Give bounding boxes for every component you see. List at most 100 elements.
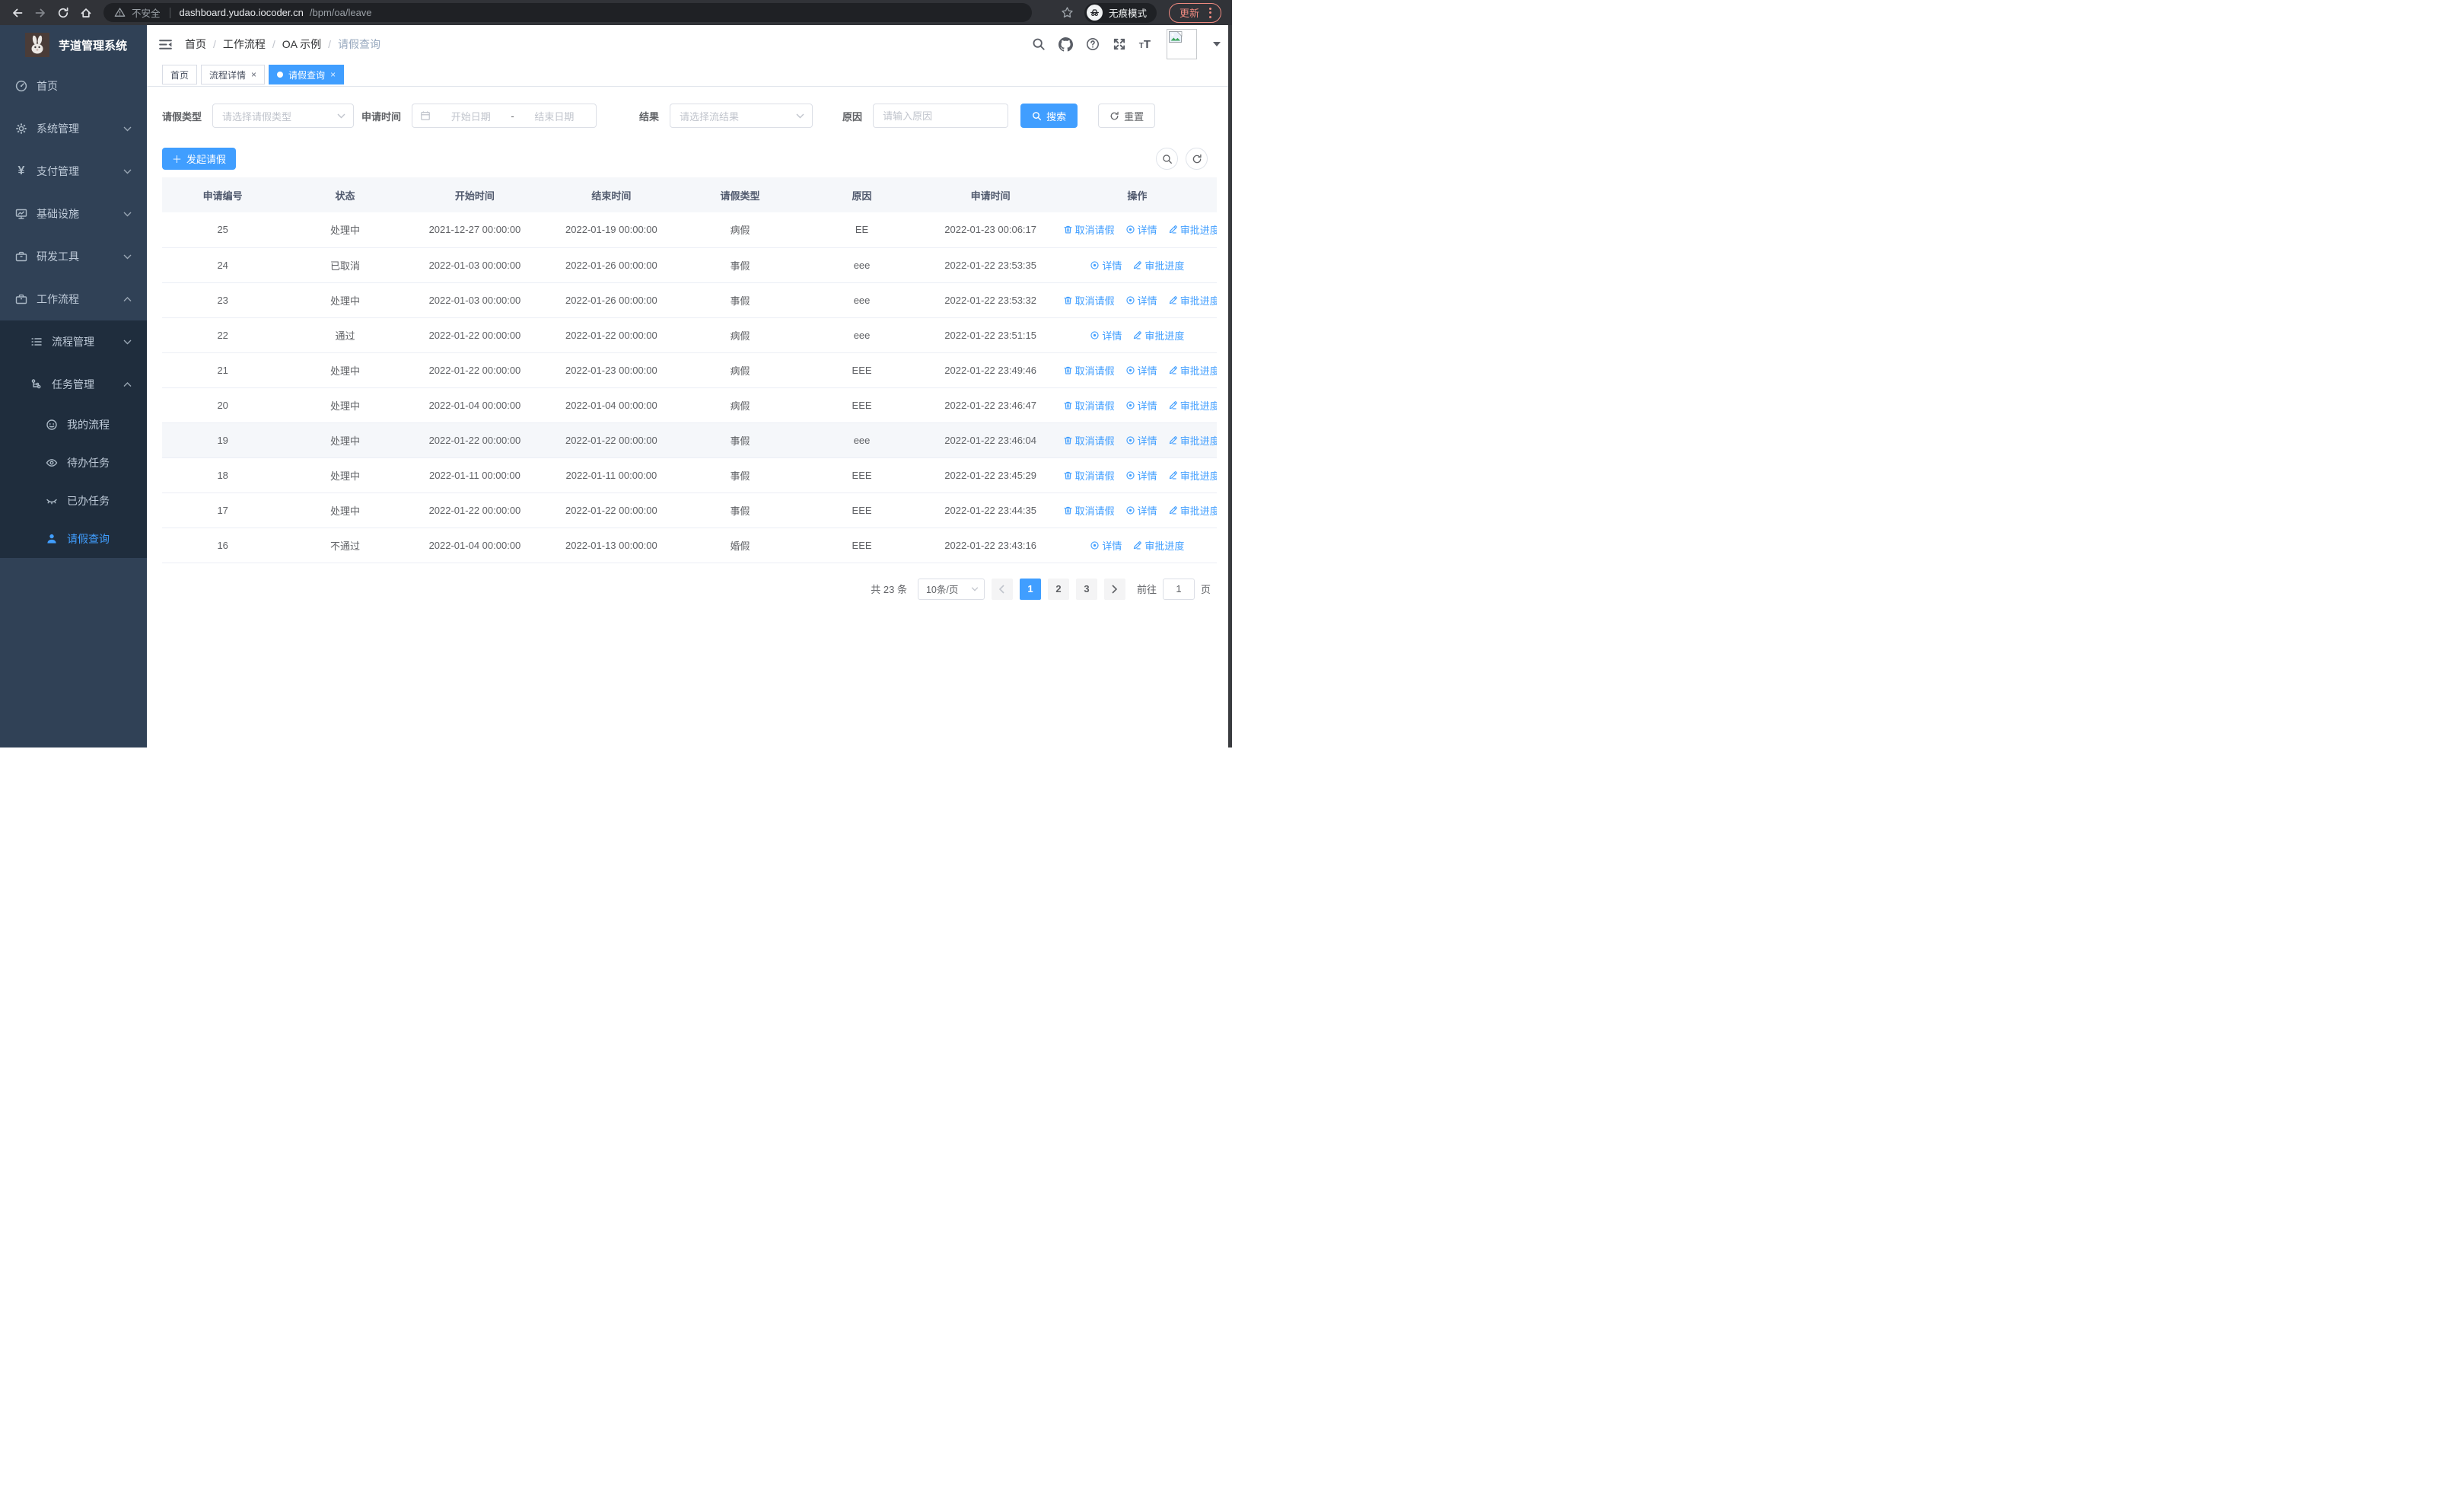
- eye-icon: [46, 457, 58, 469]
- browser-back-button[interactable]: [8, 3, 27, 23]
- sidebar-item-todo-tasks[interactable]: 待办任务: [0, 444, 147, 482]
- cell-start-time: 2022-01-11 00:00:00: [406, 457, 543, 493]
- cell-id: 21: [162, 352, 284, 388]
- sidebar-item-my-process[interactable]: 我的流程: [0, 406, 147, 444]
- window-scrollbar-track[interactable]: [1228, 25, 1232, 748]
- action-detail-link[interactable]: 详情: [1090, 328, 1122, 343]
- sidebar-fold-icon[interactable]: [158, 37, 173, 52]
- action-progress-link[interactable]: 审批进度: [1132, 328, 1184, 343]
- col-header-apply-time: 申请时间: [923, 177, 1058, 212]
- user-avatar[interactable]: [1167, 29, 1197, 59]
- tab-leave-query[interactable]: 请假查询 ×: [269, 65, 345, 84]
- sidebar-item-label: 待办任务: [67, 457, 110, 469]
- browser-reload-button[interactable]: [53, 3, 73, 23]
- cell-actions: 详情 审批进度: [1057, 317, 1217, 353]
- trash-icon: [1064, 226, 1072, 234]
- action-progress-link[interactable]: 审批进度: [1168, 433, 1217, 448]
- chevron-down-icon: [971, 586, 979, 591]
- action-detail-link[interactable]: 详情: [1125, 433, 1157, 448]
- action-progress-link[interactable]: 审批进度: [1132, 258, 1184, 273]
- leave-type-select[interactable]: 请选择请假类型: [212, 104, 355, 128]
- browser-menu-icon[interactable]: [1207, 5, 1214, 21]
- create-leave-button[interactable]: ＋ 发起请假: [162, 148, 237, 170]
- page-size-select[interactable]: 10条/页: [917, 578, 985, 600]
- goto-page-input[interactable]: [1162, 578, 1195, 600]
- action-progress-link[interactable]: 审批进度: [1168, 398, 1217, 413]
- action-cancel-link[interactable]: 取消请假: [1063, 222, 1115, 237]
- action-progress-link[interactable]: 审批进度: [1168, 363, 1217, 378]
- tab-process-detail[interactable]: 流程详情 ×: [201, 65, 266, 84]
- sidebar-item-workflow[interactable]: 工作流程: [0, 278, 147, 320]
- browser-forward-button[interactable]: [30, 3, 50, 23]
- apply-time-range-picker[interactable]: 开始日期 - 结束日期: [412, 104, 597, 128]
- cell-apply-time: 2022-01-22 23:51:15: [923, 317, 1058, 353]
- breadcrumb-home[interactable]: 首页: [185, 37, 206, 52]
- action-progress-link[interactable]: 审批进度: [1168, 468, 1217, 483]
- search-icon[interactable]: [1032, 37, 1046, 51]
- bookmark-star-icon[interactable]: [1061, 6, 1074, 19]
- action-cancel-link[interactable]: 取消请假: [1063, 293, 1115, 308]
- search-button[interactable]: 搜索: [1020, 104, 1078, 128]
- sidebar-item-home[interactable]: 首页: [0, 65, 147, 107]
- page-button-3[interactable]: 3: [1075, 578, 1097, 600]
- action-detail-link[interactable]: 详情: [1125, 363, 1157, 378]
- action-detail-link[interactable]: 详情: [1125, 398, 1157, 413]
- breadcrumb-workflow[interactable]: 工作流程: [223, 37, 266, 52]
- sidebar-item-task-management[interactable]: 任务管理: [0, 363, 147, 406]
- next-page-button[interactable]: [1103, 578, 1125, 600]
- close-icon[interactable]: ×: [330, 70, 336, 79]
- font-size-icon[interactable]: TT: [1139, 38, 1151, 51]
- refresh-table-button[interactable]: [1186, 148, 1208, 170]
- cell-apply-time: 2022-01-22 23:49:46: [923, 352, 1058, 388]
- prev-page-button[interactable]: [991, 578, 1013, 600]
- cell-status: 处理中: [283, 387, 407, 423]
- cell-apply-time: 2022-01-22 23:46:47: [923, 387, 1058, 423]
- action-cancel-link[interactable]: 取消请假: [1063, 468, 1115, 483]
- sidebar-item-devtools[interactable]: 研发工具: [0, 235, 147, 278]
- action-progress-link[interactable]: 审批进度: [1168, 222, 1217, 237]
- cell-apply-time: 2022-01-22 23:53:35: [923, 247, 1058, 283]
- trash-icon: [1064, 366, 1072, 375]
- browser-home-button[interactable]: [76, 3, 96, 23]
- action-progress-link[interactable]: 审批进度: [1132, 538, 1184, 553]
- sidebar-item-payment[interactable]: ¥ 支付管理: [0, 150, 147, 193]
- help-icon[interactable]: [1086, 37, 1100, 51]
- page-button-1[interactable]: 1: [1019, 578, 1041, 600]
- tab-home[interactable]: 首页: [162, 65, 198, 84]
- reason-input[interactable]: [873, 104, 1009, 128]
- cell-start-time: 2022-01-04 00:00:00: [406, 387, 543, 423]
- result-select[interactable]: 请选择流结果: [670, 104, 813, 128]
- action-cancel-link[interactable]: 取消请假: [1063, 433, 1115, 448]
- sidebar-item-done-tasks[interactable]: 已办任务: [0, 482, 147, 520]
- action-detail-link[interactable]: 详情: [1125, 222, 1157, 237]
- action-cancel-link[interactable]: 取消请假: [1063, 398, 1115, 413]
- cell-status: 处理中: [283, 282, 407, 318]
- action-cancel-link[interactable]: 取消请假: [1063, 363, 1115, 378]
- sidebar-item-leave-query[interactable]: 请假查询: [0, 520, 147, 558]
- sidebar-item-process-management[interactable]: 流程管理: [0, 320, 147, 363]
- close-icon[interactable]: ×: [251, 70, 256, 79]
- action-progress-link[interactable]: 审批进度: [1168, 503, 1217, 518]
- address-bar[interactable]: 不安全 dashboard.yudao.iocoder.cn/bpm/oa/le…: [103, 3, 1032, 22]
- cell-actions: 取消请假 详情 审批进度: [1057, 212, 1217, 248]
- cell-actions: 取消请假 详情 审批进度: [1057, 282, 1217, 318]
- action-detail-link[interactable]: 详情: [1125, 468, 1157, 483]
- sidebar-item-system[interactable]: 系统管理: [0, 107, 147, 150]
- app-logo[interactable]: 芋道管理系统: [0, 25, 147, 65]
- sidebar-item-infrastructure[interactable]: 基础设施: [0, 193, 147, 235]
- github-icon[interactable]: [1058, 37, 1073, 52]
- url-path: /bpm/oa/leave: [309, 7, 372, 18]
- show-search-toggle-button[interactable]: [1156, 148, 1178, 170]
- action-detail-link[interactable]: 详情: [1090, 258, 1122, 273]
- action-detail-link[interactable]: 详情: [1090, 538, 1122, 553]
- breadcrumb-oa-example[interactable]: OA 示例: [282, 37, 321, 52]
- avatar-caret-icon[interactable]: [1213, 42, 1221, 46]
- page-button-2[interactable]: 2: [1047, 578, 1069, 600]
- reset-button[interactable]: 重置: [1098, 104, 1156, 128]
- action-detail-link[interactable]: 详情: [1125, 503, 1157, 518]
- action-detail-link[interactable]: 详情: [1125, 293, 1157, 308]
- fullscreen-icon[interactable]: [1113, 37, 1126, 51]
- action-progress-link[interactable]: 审批进度: [1168, 293, 1217, 308]
- action-cancel-link[interactable]: 取消请假: [1063, 503, 1115, 518]
- browser-update-button[interactable]: 更新: [1168, 2, 1221, 23]
